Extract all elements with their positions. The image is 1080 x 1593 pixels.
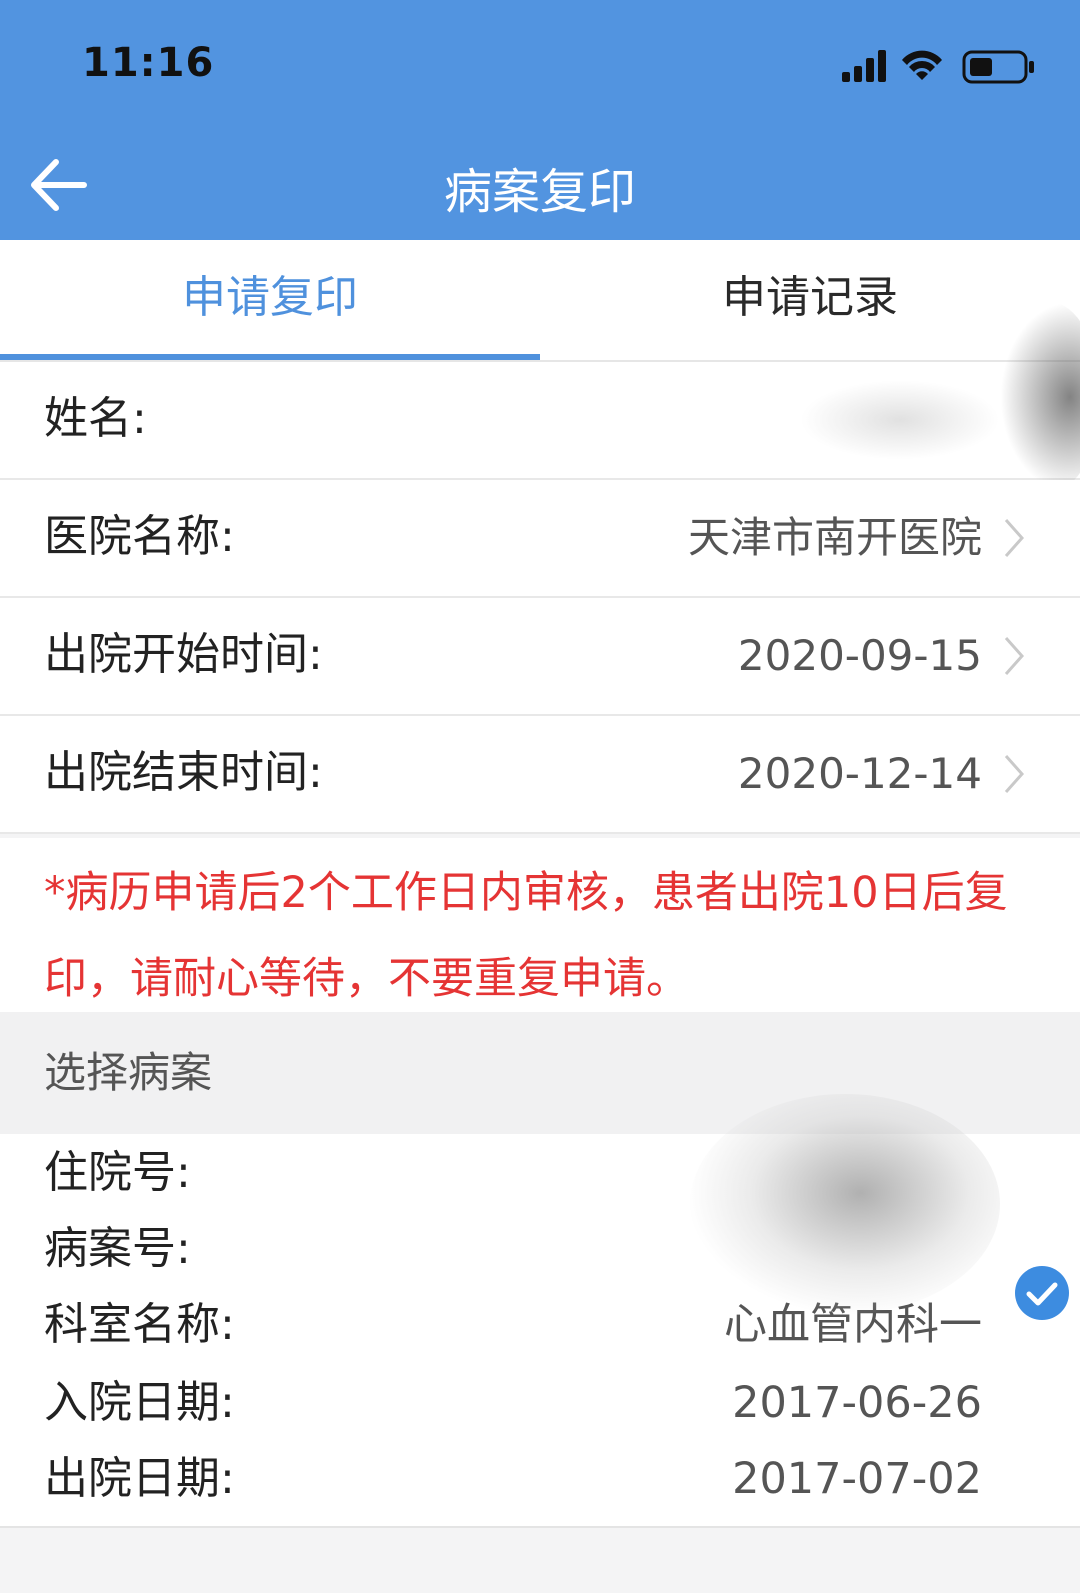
page-title: 病案复印 [443, 164, 636, 220]
hospital-value: 天津市南开医院 [687, 513, 982, 562]
admit-date-value: 2017-06-26 [732, 1378, 982, 1428]
discharge-end-label: 出院结束时间: [44, 747, 323, 798]
discharge-date-line: 出院日期: 2017-07-02 [0, 1440, 1080, 1518]
discharge-end-value: 2020-12-14 [737, 749, 982, 798]
discharge-start-label: 出院开始时间: [44, 629, 323, 680]
chevron-right-icon [1004, 519, 1025, 557]
notice-panel: *病历申请后2个工作日内审核，患者出院10日后复印，请耐心等待，不要重复申请。 [0, 838, 1080, 1012]
tab-bar: 申请复印 申请记录 [0, 240, 1080, 362]
case-record-item[interactable]: 住院号: 病案号: 科室名称: 心血管内科一 入院日期: 2017-06-26 … [0, 1094, 1080, 1528]
status-time: 11:16 [82, 40, 215, 86]
admission-no-label: 住院号: [44, 1147, 191, 1198]
discharge-date-label: 出院日期: [44, 1453, 235, 1504]
admit-date-label: 入院日期: [44, 1377, 235, 1428]
name-label: 姓名: [44, 393, 147, 444]
battery-icon [962, 50, 1034, 84]
status-icons [842, 50, 1034, 84]
notice-text: *病历申请后2个工作日内审核，患者出院10日后复印，请耐心等待，不要重复申请。 [44, 868, 1008, 1004]
app-header: 11:16 病案复印 [0, 0, 1080, 240]
discharge-start-row[interactable]: 出院开始时间: 2020-09-15 [0, 598, 1080, 716]
case-no-label: 病案号: [44, 1223, 191, 1274]
redaction-smudge [800, 380, 1000, 460]
chevron-right-icon [1004, 637, 1025, 675]
discharge-end-row[interactable]: 出院结束时间: 2020-12-14 [0, 716, 1080, 834]
section-title: 选择病案 [44, 1048, 213, 1097]
hospital-label: 医院名称: [44, 511, 235, 562]
tab-apply-copy[interactable]: 申请复印 [0, 240, 540, 360]
name-row: 姓名: [0, 302, 1080, 492]
check-circle-icon[interactable] [1015, 1266, 1069, 1320]
discharge-date-value: 2017-07-02 [732, 1454, 982, 1504]
active-tab-indicator [0, 354, 540, 360]
signal-icon [842, 50, 886, 82]
tab-apply-records[interactable]: 申请记录 [540, 240, 1080, 360]
wifi-icon [902, 50, 942, 80]
hospital-row[interactable]: 医院名称: 天津市南开医院 [0, 480, 1080, 598]
redaction-smudge [690, 1094, 1000, 1314]
chevron-right-icon [1004, 755, 1025, 793]
discharge-start-value: 2020-09-15 [737, 631, 982, 680]
admit-date-line: 入院日期: 2017-06-26 [0, 1364, 1080, 1442]
department-label: 科室名称: [44, 1299, 235, 1350]
